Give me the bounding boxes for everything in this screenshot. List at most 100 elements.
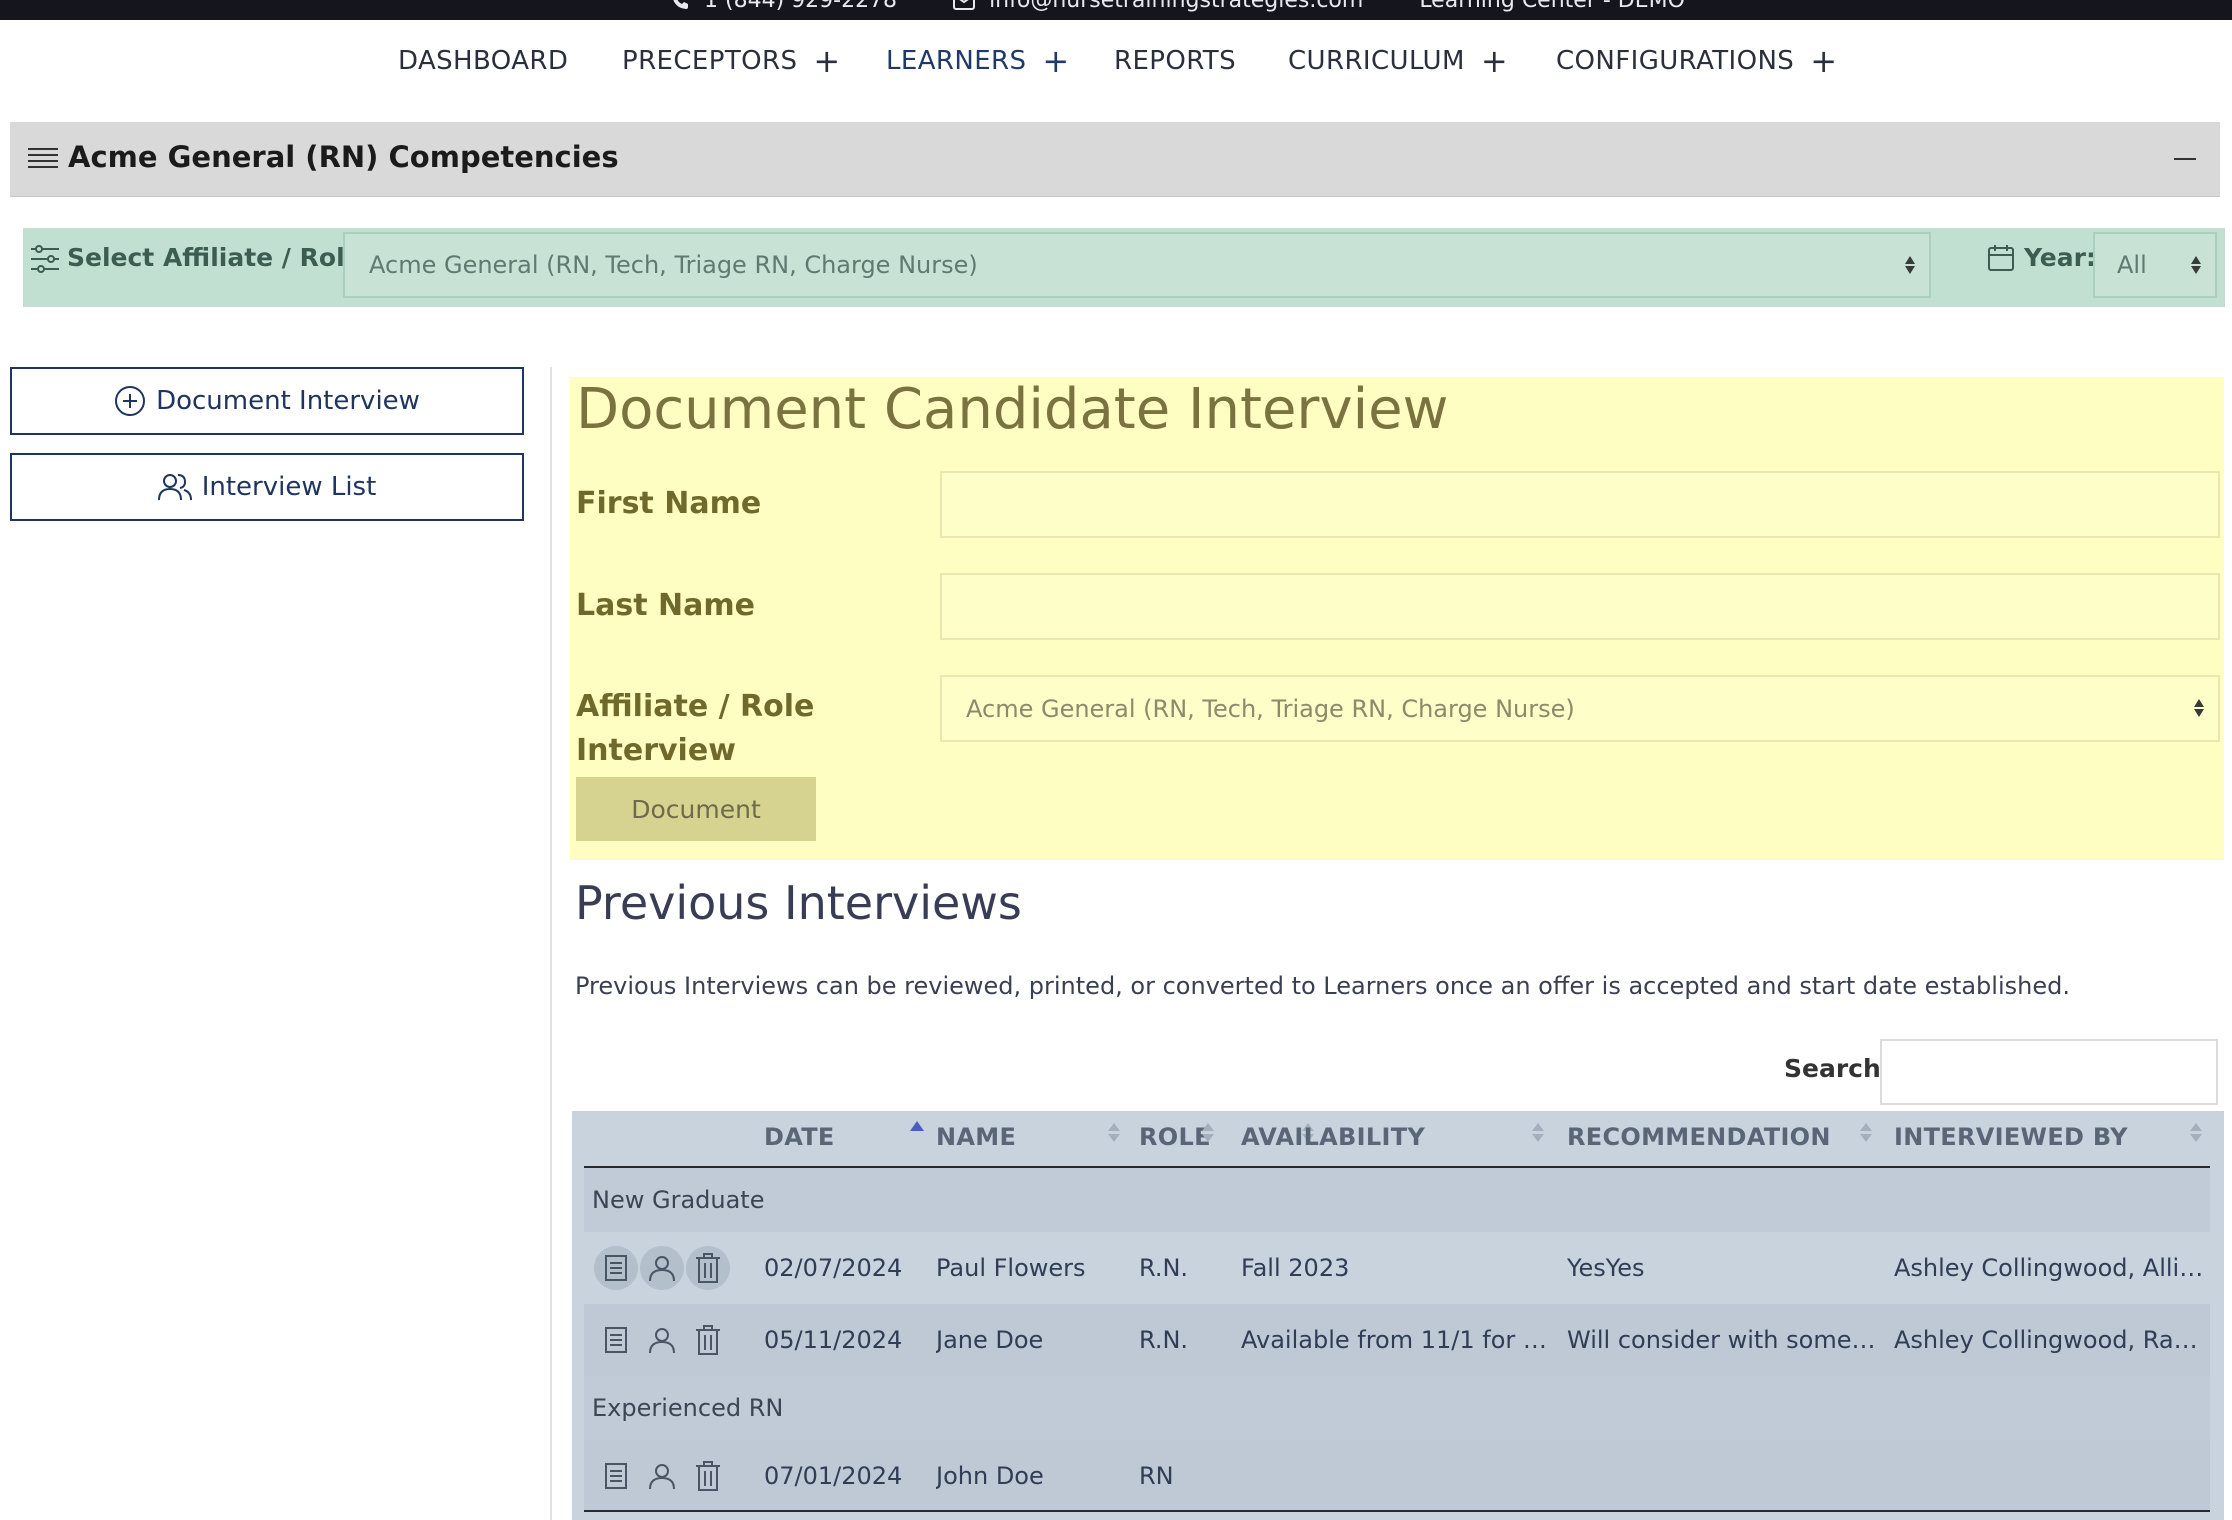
column-header-date[interactable]: DATE xyxy=(764,1123,835,1151)
nav-reports-label: REPORTS xyxy=(1114,46,1236,76)
document-interview-button[interactable]: Document Interview xyxy=(10,367,524,435)
document-submit-button[interactable]: Document xyxy=(576,777,816,841)
affiliate-role-select[interactable]: Acme General (RN, Tech, Triage RN, Charg… xyxy=(343,232,1931,298)
nav-learners[interactable]: LEARNERS + xyxy=(886,45,1070,77)
table-header-row: DATE NAME ROLE AVAILABILITY RECOMMENDATI… xyxy=(584,1111,2210,1168)
row-interviewed-by: Ashley Collingwood, Rac... xyxy=(1894,1326,2206,1354)
row-role: RN xyxy=(1139,1462,1174,1490)
trash-icon[interactable] xyxy=(686,1246,730,1290)
row-actions xyxy=(594,1454,730,1498)
document-interview-label: Document Interview xyxy=(156,386,420,416)
document-icon[interactable] xyxy=(594,1318,638,1362)
table-row: 05/11/2024 Jane Doe R.N. Available from … xyxy=(584,1304,2210,1376)
sidebar-divider xyxy=(550,367,552,1520)
row-name[interactable]: Jane Doe xyxy=(936,1326,1043,1354)
nav-curriculum[interactable]: CURRICULUM + xyxy=(1288,45,1508,77)
affiliate-role-interview-value: Acme General (RN, Tech, Triage RN, Charg… xyxy=(966,695,1575,723)
affiliate-role-value: Acme General (RN, Tech, Triage RN, Charg… xyxy=(369,251,978,279)
panel-title: Acme General (RN) Competencies xyxy=(68,140,619,174)
plus-icon[interactable]: + xyxy=(1810,45,1837,77)
column-header-role[interactable]: ROLE xyxy=(1139,1123,1211,1151)
row-actions xyxy=(594,1318,730,1362)
search-input[interactable] xyxy=(1880,1039,2218,1105)
plus-icon[interactable]: + xyxy=(1481,45,1508,77)
nav-configurations-label: CONFIGURATIONS xyxy=(1556,46,1795,76)
document-icon[interactable] xyxy=(594,1246,638,1290)
nav-dashboard[interactable]: DASHBOARD xyxy=(398,46,568,76)
row-availability: Available from 11/1 for tra... xyxy=(1241,1326,1551,1354)
nav-configurations[interactable]: CONFIGURATIONS + xyxy=(1556,45,1837,77)
nav-dashboard-label: DASHBOARD xyxy=(398,46,569,76)
row-name[interactable]: Paul Flowers xyxy=(936,1254,1086,1282)
group-row-experienced-rn: Experienced RN xyxy=(584,1376,2210,1440)
row-date: 07/01/2024 xyxy=(764,1462,903,1490)
row-date: 05/11/2024 xyxy=(764,1326,903,1354)
calendar-icon xyxy=(1987,244,2015,272)
minus-icon[interactable] xyxy=(2174,158,2196,160)
row-availability: Fall 2023 xyxy=(1241,1254,1350,1282)
phone-number[interactable]: 1 (844) 929-2278 xyxy=(704,0,897,13)
group-label: Experienced RN xyxy=(592,1394,784,1422)
year-label: Year: xyxy=(2024,243,2096,272)
last-name-label: Last Name xyxy=(576,588,755,623)
last-name-input[interactable] xyxy=(940,573,2220,640)
nav-preceptors-label: PRECEPTORS xyxy=(622,46,798,76)
group-label: New Graduate xyxy=(592,1186,765,1214)
nav-reports[interactable]: REPORTS xyxy=(1114,46,1236,76)
document-interview-form: Document Candidate Interview First Name … xyxy=(570,377,2224,860)
interview-list-label: Interview List xyxy=(201,472,377,502)
trash-icon[interactable] xyxy=(686,1454,730,1498)
row-date: 02/07/2024 xyxy=(764,1254,903,1282)
affiliate-filter-bar: Select Affiliate / Role: Acme General (R… xyxy=(23,228,2225,307)
competencies-panel-header: Acme General (RN) Competencies xyxy=(10,122,2220,197)
select-arrows-icon xyxy=(2194,699,2204,717)
user-icon[interactable] xyxy=(640,1454,684,1498)
first-name-input[interactable] xyxy=(940,471,2220,538)
email-icon xyxy=(953,0,976,10)
plus-icon[interactable]: + xyxy=(813,45,840,77)
row-name[interactable]: John Doe xyxy=(936,1462,1044,1490)
sort-icon[interactable] xyxy=(1108,1123,1120,1142)
previous-interviews-description: Previous Interviews can be reviewed, pri… xyxy=(575,972,2070,1000)
row-recommendation: Will consider with some ... xyxy=(1567,1326,1877,1354)
column-header-recommendation[interactable]: RECOMMENDATION xyxy=(1567,1123,1831,1151)
table-row: 02/07/2024 Paul Flowers R.N. Fall 2023 Y… xyxy=(584,1232,2210,1304)
learning-center-label: Learning Center - DEMO xyxy=(1419,0,1685,13)
year-value: All xyxy=(2117,251,2147,279)
previous-interviews-title: Previous Interviews xyxy=(575,876,1022,930)
search-label: Search: xyxy=(1784,1054,1891,1083)
column-header-availability[interactable]: AVAILABILITY xyxy=(1241,1123,1425,1151)
first-name-label: First Name xyxy=(576,486,762,521)
nav-preceptors[interactable]: PRECEPTORS + xyxy=(622,45,841,77)
row-role: R.N. xyxy=(1139,1254,1189,1282)
sort-ascending-icon[interactable] xyxy=(910,1121,924,1131)
document-icon[interactable] xyxy=(594,1454,638,1498)
affiliate-role-interview-label: Affiliate / Role Interview xyxy=(576,689,815,768)
form-title: Document Candidate Interview xyxy=(576,377,1449,442)
interview-list-button[interactable]: Interview List xyxy=(10,453,524,521)
plus-icon[interactable]: + xyxy=(1042,45,1069,77)
phone-icon xyxy=(670,0,690,11)
sort-icon[interactable] xyxy=(1532,1123,1544,1142)
hamburger-icon[interactable] xyxy=(28,146,58,172)
affiliate-role-interview-select[interactable]: Acme General (RN, Tech, Triage RN, Charg… xyxy=(940,675,2220,742)
select-arrows-icon xyxy=(1905,256,1915,274)
year-select[interactable]: All xyxy=(2093,232,2217,298)
interviews-table: DATE NAME ROLE AVAILABILITY RECOMMENDATI… xyxy=(572,1111,2224,1520)
trash-icon[interactable] xyxy=(686,1318,730,1362)
sort-icon[interactable] xyxy=(1860,1123,1872,1142)
user-icon[interactable] xyxy=(640,1318,684,1362)
affiliate-role-label: Select Affiliate / Role: xyxy=(67,243,372,272)
sort-icon[interactable] xyxy=(1202,1123,1214,1142)
nav-curriculum-label: CURRICULUM xyxy=(1288,46,1465,76)
column-header-name[interactable]: NAME xyxy=(936,1123,1016,1151)
user-icon[interactable] xyxy=(640,1246,684,1290)
column-header-interviewed-by[interactable]: INTERVIEWED BY xyxy=(1894,1123,2128,1151)
plus-circle-icon xyxy=(114,385,146,417)
sort-icon[interactable] xyxy=(2190,1123,2202,1142)
email-address[interactable]: info@nursetrainingstrategies.com xyxy=(989,0,1363,13)
users-icon xyxy=(157,472,192,502)
table-bottom-border xyxy=(584,1510,2210,1512)
row-actions xyxy=(594,1246,730,1290)
nav-learners-label: LEARNERS xyxy=(886,46,1027,76)
